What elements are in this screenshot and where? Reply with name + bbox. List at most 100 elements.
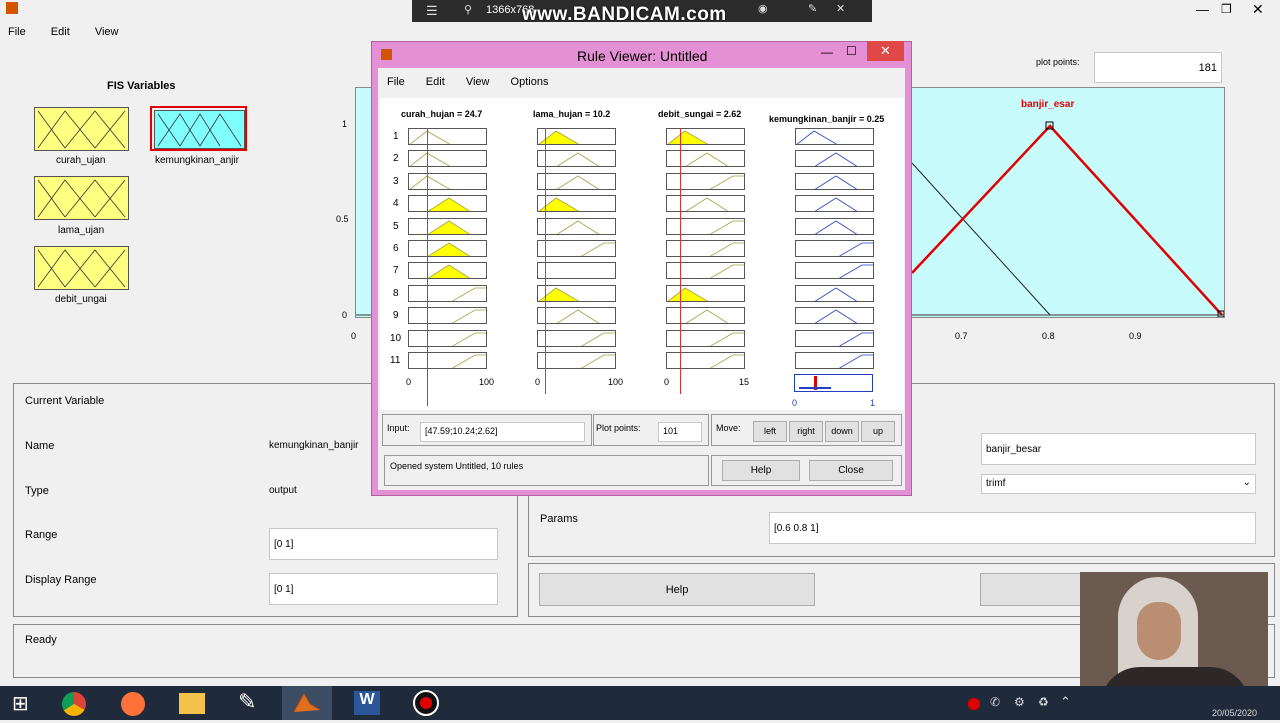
help-button[interactable]: Help xyxy=(539,573,815,606)
tray-icon[interactable]: ♻ xyxy=(1038,695,1049,709)
rule-cell[interactable] xyxy=(666,240,745,257)
rule-cell[interactable] xyxy=(408,262,487,280)
close-button[interactable] xyxy=(980,573,1090,606)
mf-name-input[interactable]: banjir_besar xyxy=(981,433,1256,465)
input-field[interactable]: [47.59;10.24;2.62] xyxy=(420,422,585,442)
rule-cell[interactable] xyxy=(408,284,487,302)
plot-points-input[interactable]: 181 xyxy=(1094,52,1222,83)
rule-cell[interactable] xyxy=(795,172,874,190)
minimize-icon[interactable]: — xyxy=(1196,2,1209,17)
rule-cell[interactable] xyxy=(537,240,616,257)
rule-cell[interactable] xyxy=(408,352,487,369)
minimize-icon[interactable]: — xyxy=(821,45,833,59)
word-icon[interactable]: W xyxy=(354,691,380,715)
rv-menu-edit[interactable]: Edit xyxy=(426,76,445,88)
rv-help-button[interactable]: Help xyxy=(722,460,800,481)
menu-icon[interactable]: ☰ xyxy=(426,3,438,19)
rule-cell[interactable] xyxy=(666,217,745,235)
rule-cell[interactable] xyxy=(408,329,487,347)
mf-type-select[interactable]: trimf ⌄ xyxy=(981,474,1256,494)
rv-menu-options[interactable]: Options xyxy=(511,76,549,88)
params-input[interactable]: [0.6 0.8 1] xyxy=(769,512,1256,544)
close-window-icon[interactable]: ✕ xyxy=(1252,1,1264,18)
rule-cell[interactable] xyxy=(537,195,616,213)
display-range-input[interactable]: [0 1] xyxy=(269,573,498,605)
rule-cell[interactable] xyxy=(408,195,487,213)
record-tray-icon[interactable] xyxy=(968,698,980,710)
rule-cell[interactable] xyxy=(408,217,487,235)
move-right-button[interactable]: right xyxy=(789,421,823,442)
rule-cell[interactable] xyxy=(795,195,874,213)
rule-cell[interactable] xyxy=(537,262,616,280)
input-variable-box[interactable] xyxy=(34,176,129,220)
axis-min-c2: 0 xyxy=(535,377,541,387)
chrome-icon[interactable] xyxy=(62,692,86,716)
rule-mf-shape xyxy=(685,197,729,212)
app-icon[interactable]: ✎ xyxy=(238,689,256,715)
chevron-up-icon[interactable]: ⌃ xyxy=(1060,694,1071,710)
rule-cell[interactable] xyxy=(408,150,487,168)
rule-cell[interactable] xyxy=(795,128,874,145)
windows-start-icon[interactable]: ⊞ xyxy=(12,691,29,716)
rule-cell[interactable] xyxy=(408,307,487,325)
input-variable-box[interactable] xyxy=(34,246,129,290)
rule-cell[interactable] xyxy=(408,240,487,257)
rv-menu-file[interactable]: File xyxy=(387,76,405,88)
input-marker-line[interactable] xyxy=(427,128,428,406)
rv-menu-view[interactable]: View xyxy=(466,76,490,88)
rule-cell[interactable] xyxy=(666,307,745,325)
input-marker-line[interactable] xyxy=(680,128,681,394)
bandicam-record-icon[interactable] xyxy=(413,690,439,716)
rule-cell[interactable] xyxy=(408,128,487,145)
close-icon[interactable]: ✕ xyxy=(867,41,904,61)
rule-cell[interactable] xyxy=(537,172,616,190)
rv-close-button[interactable]: Close xyxy=(809,460,893,481)
camera-icon[interactable]: ◉ xyxy=(758,2,768,15)
maximize-icon[interactable]: ☐ xyxy=(846,44,857,58)
move-up-button[interactable]: up xyxy=(861,421,895,442)
rule-cell[interactable] xyxy=(795,352,874,369)
rule-cell[interactable] xyxy=(666,150,745,168)
rule-cell[interactable] xyxy=(795,217,874,235)
rule-cell[interactable] xyxy=(537,307,616,325)
rule-cell[interactable] xyxy=(537,217,616,235)
rule-cell[interactable] xyxy=(795,329,874,347)
rule-cell[interactable] xyxy=(795,284,874,302)
rule-cell[interactable] xyxy=(666,352,745,369)
rule-cell[interactable] xyxy=(537,128,616,145)
rule-cell[interactable] xyxy=(666,195,745,213)
maximize-icon[interactable]: ❐ xyxy=(1221,2,1232,16)
tray-icon[interactable]: ✆ xyxy=(990,695,1000,709)
rule-cell[interactable] xyxy=(795,307,874,325)
firefox-icon[interactable] xyxy=(121,692,145,716)
range-input[interactable]: [0 1] xyxy=(269,528,498,560)
rule-cell[interactable] xyxy=(666,172,745,190)
matlab-taskbar-item[interactable] xyxy=(282,686,332,720)
file-explorer-icon[interactable] xyxy=(179,693,205,714)
rule-cell[interactable] xyxy=(537,284,616,302)
rule-cell[interactable] xyxy=(666,329,745,347)
menu-edit[interactable]: Edit xyxy=(51,26,70,38)
rule-cell[interactable] xyxy=(666,284,745,302)
rule-cell[interactable] xyxy=(795,240,874,257)
rule-cell[interactable] xyxy=(537,150,616,168)
input-marker-line[interactable] xyxy=(545,128,546,394)
menu-view[interactable]: View xyxy=(95,26,119,38)
input-variable-box[interactable] xyxy=(34,107,129,151)
menu-file[interactable]: File xyxy=(8,26,26,38)
rule-cell[interactable] xyxy=(408,172,487,190)
rule-cell[interactable] xyxy=(537,352,616,369)
move-left-button[interactable]: left xyxy=(753,421,787,442)
pin-icon[interactable]: ⚲ xyxy=(464,3,472,16)
rule-cell[interactable] xyxy=(666,128,745,145)
rule-cell[interactable] xyxy=(666,262,745,280)
rule-cell[interactable] xyxy=(795,150,874,168)
pencil-icon[interactable]: ✎ xyxy=(808,2,817,15)
move-down-button[interactable]: down xyxy=(825,421,859,442)
tray-icon[interactable]: ⚙ xyxy=(1014,695,1025,709)
rule-cell[interactable] xyxy=(795,262,874,280)
plot-points-input[interactable]: 101 xyxy=(658,422,702,442)
rule-cell[interactable] xyxy=(537,329,616,347)
output-variable-selected[interactable] xyxy=(150,106,247,151)
close-icon[interactable]: ✕ xyxy=(836,2,845,15)
